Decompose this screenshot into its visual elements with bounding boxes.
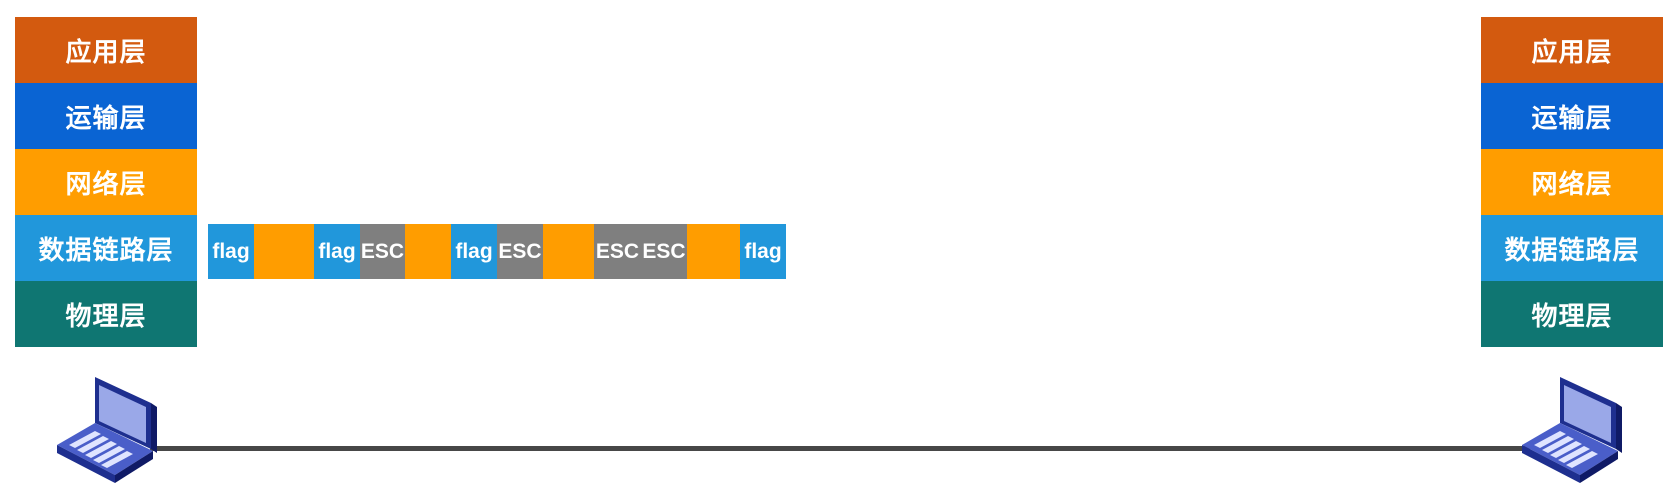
left-layer-application: 应用层: [15, 17, 197, 83]
right-layer-transport: 运输层: [1481, 83, 1663, 149]
frame-esc-in-data: ESC: [641, 224, 687, 279]
frame-flag-end: flag: [740, 224, 786, 279]
frame-data-block: [543, 224, 594, 279]
right-layer-network: 网络层: [1481, 149, 1663, 215]
right-protocol-stack: 应用层 运输层 网络层 数据链路层 物理层: [1481, 17, 1663, 347]
laptop-icon: [55, 375, 159, 495]
frame-esc-stuffed: ESC: [360, 224, 405, 279]
left-layer-physical: 物理层: [15, 281, 197, 347]
frame-data-block: [254, 224, 314, 279]
frame-flag-in-data: flag: [314, 224, 360, 279]
left-layer-network: 网络层: [15, 149, 197, 215]
frame-data-block: [687, 224, 740, 279]
left-layer-data-link: 数据链路层: [15, 215, 197, 281]
right-layer-application: 应用层: [1481, 17, 1663, 83]
frame-flag-in-data: flag: [451, 224, 497, 279]
right-layer-physical: 物理层: [1481, 281, 1663, 347]
frame-esc-stuffed: ESC: [594, 224, 641, 279]
left-layer-transport: 运输层: [15, 83, 197, 149]
right-layer-data-link: 数据链路层: [1481, 215, 1663, 281]
frame-flag-start: flag: [208, 224, 254, 279]
frame-data-block: [405, 224, 451, 279]
left-protocol-stack: 应用层 运输层 网络层 数据链路层 物理层: [15, 17, 197, 347]
physical-link-cable: [150, 446, 1530, 451]
frame-esc-stuffed: ESC: [497, 224, 543, 279]
laptop-icon: [1520, 375, 1624, 495]
data-link-frame: flag flag ESC flag ESC ESC ESC flag: [208, 224, 786, 279]
